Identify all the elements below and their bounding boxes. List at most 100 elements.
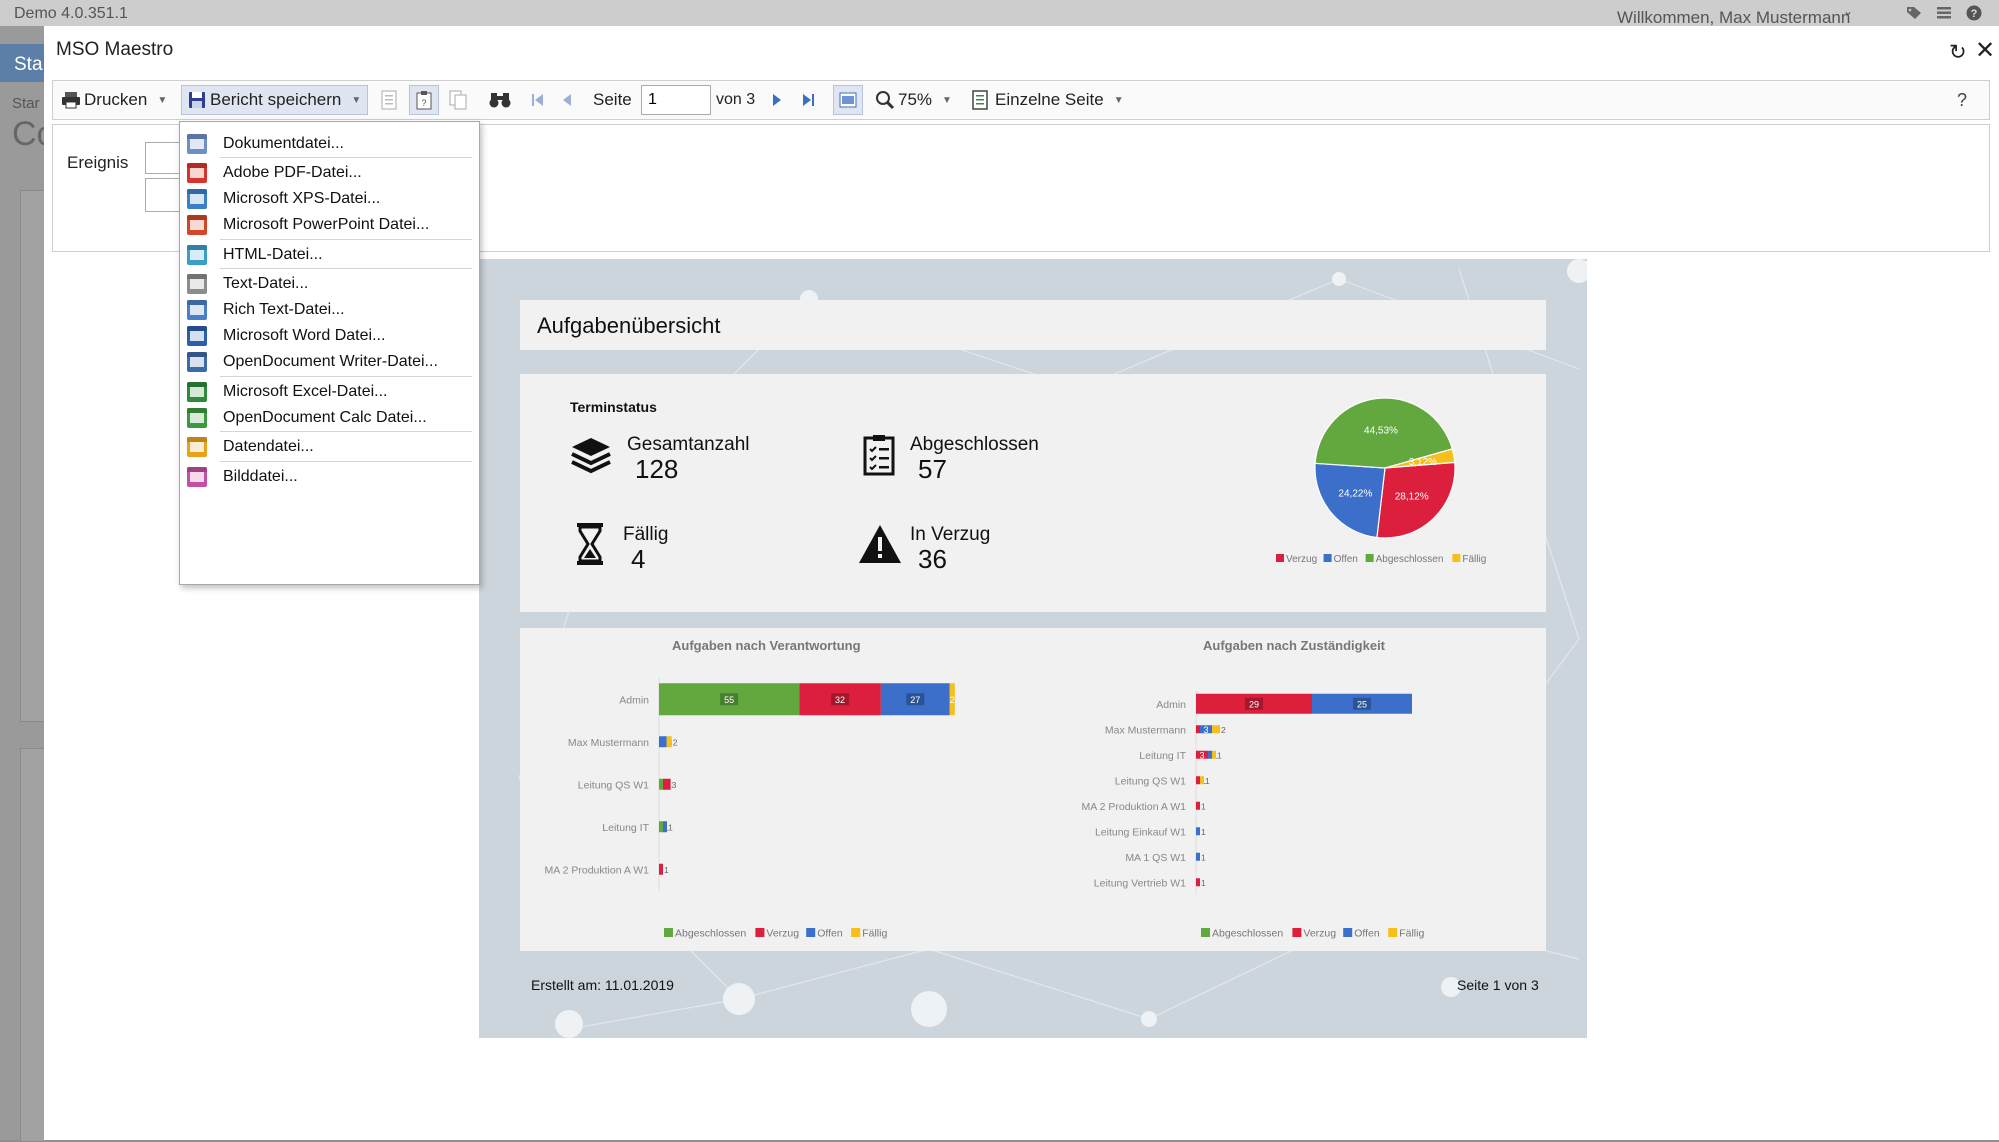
save-format-label: Rich Text-Datei... [223,301,345,318]
bar-segment [1212,725,1220,734]
previous-page-icon[interactable] [561,90,573,110]
bar-segment [1200,776,1204,785]
clipboard-icon: ? [416,91,432,110]
save-format-item[interactable]: Dokumentdatei... [180,130,477,158]
single-page-icon [972,90,988,110]
save-format-item[interactable]: Microsoft Word Datei... [180,322,477,350]
save-format-item[interactable]: OpenDocument Calc Datei... [180,404,477,432]
chevron-down-icon[interactable]: ⌄ [1843,4,1853,18]
category-label: Max Mustermann [568,737,649,749]
kpi-total-label: Gesamtanzahl [627,434,750,455]
save-format-item[interactable]: Rich Text-Datei... [180,296,477,324]
bar-segment [1196,827,1200,836]
category-label: Admin [1156,699,1186,711]
bar-value-label: 25 [1357,699,1367,709]
legend-swatch [851,928,861,937]
next-page-icon[interactable] [771,90,783,110]
magnifier-icon [876,91,895,110]
responsibility-bar-chart: Aufgaben nach VerantwortungAdmin 55 32 27 2M… [545,638,955,940]
file-type-icon [187,326,207,346]
help-button[interactable]: ? [1957,90,1967,111]
caret-down-icon: ▼ [157,94,168,106]
legend-swatch [1365,554,1374,562]
file-type-icon [187,300,207,320]
page-number-input[interactable] [641,85,711,115]
welcome-user-menu[interactable]: Willkommen, Max Mustermann [1617,8,1850,28]
hourglass-icon [577,523,603,565]
bar-segment [663,821,667,833]
list-settings-icon[interactable] [1936,6,1952,20]
kpi-total-value: 128 [635,454,679,484]
save-format-item[interactable]: HTML-Datei... [180,241,477,269]
file-type-icon [187,352,207,372]
save-format-label: OpenDocument Writer-Datei... [223,353,438,370]
legend-label: Abgeschlossen [1376,554,1444,565]
dialog-title: MSO Maestro [56,39,174,60]
file-type-icon [187,245,207,265]
save-format-item[interactable]: Microsoft Excel-Datei... [180,378,477,406]
category-label: Leitung QS W1 [578,779,649,791]
save-format-label: Microsoft XPS-Datei... [223,190,381,207]
multi-page-icon[interactable] [449,90,467,110]
save-format-item[interactable]: Microsoft PowerPoint Datei... [180,211,477,239]
view-mode-label: Einzelne Seite [995,90,1104,109]
file-type-icon [187,467,207,487]
svg-text:?: ? [1971,8,1978,20]
legend-label: Verzug [1303,928,1336,940]
save-format-item[interactable]: Text-Datei... [180,270,477,298]
assignment-charts-panel: Aufgaben nach Verantwortung Admin 55 32 27 2 M… [520,628,1546,951]
background-breadcrumb: Star [12,95,40,112]
kpi-due-value: 4 [631,544,646,574]
menu-separator [220,157,472,158]
parameters-toggle-button[interactable]: ? [409,85,439,115]
pie-slice-label: 24,22% [1338,489,1372,500]
print-button[interactable]: Drucken ▼ [61,81,167,119]
first-page-icon[interactable] [531,90,545,110]
save-format-label: Microsoft Excel-Datei... [223,383,388,400]
save-format-item[interactable]: Microsoft XPS-Datei... [180,185,477,213]
bar-segment [1196,725,1200,734]
last-page-icon[interactable] [801,90,815,110]
page-view-toggle-button[interactable] [833,85,863,115]
tag-icon[interactable] [1906,6,1922,20]
save-format-item[interactable]: Bilddatei... [180,463,477,491]
binoculars-search-icon[interactable] [489,90,511,110]
report-toolbar: Drucken ▼ Bericht speichern ▼ ? Seite vo… [52,80,1990,120]
file-type-icon [187,382,207,402]
pie-slice-label: 3,12% [1409,457,1437,468]
zoom-dropdown[interactable]: 75% ▼ [875,81,952,119]
bar-value-label: 3 [1199,750,1204,760]
legend-swatch [1323,554,1332,562]
kpi-overdue-value: 36 [918,544,947,574]
bar-segment [1208,750,1212,759]
legend-swatch [1276,554,1284,562]
save-format-item[interactable]: Adobe PDF-Datei... [180,159,477,187]
save-format-label: HTML-Datei... [223,246,323,263]
bar-segment [659,821,663,833]
floppy-disk-icon [189,92,205,108]
assignee-bar-chart: Aufgaben nach Zuständigkeit Admin 29 25 Max … [1082,638,1425,940]
close-icon[interactable]: ✕ [1975,36,1995,65]
refresh-icon[interactable]: ↻ [1949,40,1967,65]
save-format-item[interactable]: Datendatei... [180,433,477,461]
bar-value-label: 2 [1221,725,1226,735]
background-panel [20,748,46,1142]
help-circle-icon[interactable]: ? [1966,5,1982,21]
bar-value-label: 1 [664,865,669,875]
save-format-item[interactable]: OpenDocument Writer-Datei... [180,348,477,376]
bar-value-label: 1 [1201,852,1206,862]
save-report-button[interactable]: Bericht speichern ▼ [181,85,369,115]
bar-value-label: 2 [673,737,678,747]
legend-swatch [1343,928,1353,937]
save-format-menu: Dokumentdatei... Adobe PDF-Datei... Micros… [179,121,480,585]
category-label: Leitung IT [602,822,649,834]
background-tab: Sta [0,44,44,82]
category-label: Leitung Vertrieb W1 [1094,877,1186,889]
background-panel [20,190,46,722]
kpi-completed-label: Abgeschlossen [910,434,1039,455]
bar-value-label: 3 [672,780,677,790]
bar-segment [663,778,671,790]
view-mode-dropdown[interactable]: Einzelne Seite ▼ [971,81,1124,119]
legend-label: Fällig [1462,554,1486,565]
document-map-icon[interactable] [380,90,398,110]
